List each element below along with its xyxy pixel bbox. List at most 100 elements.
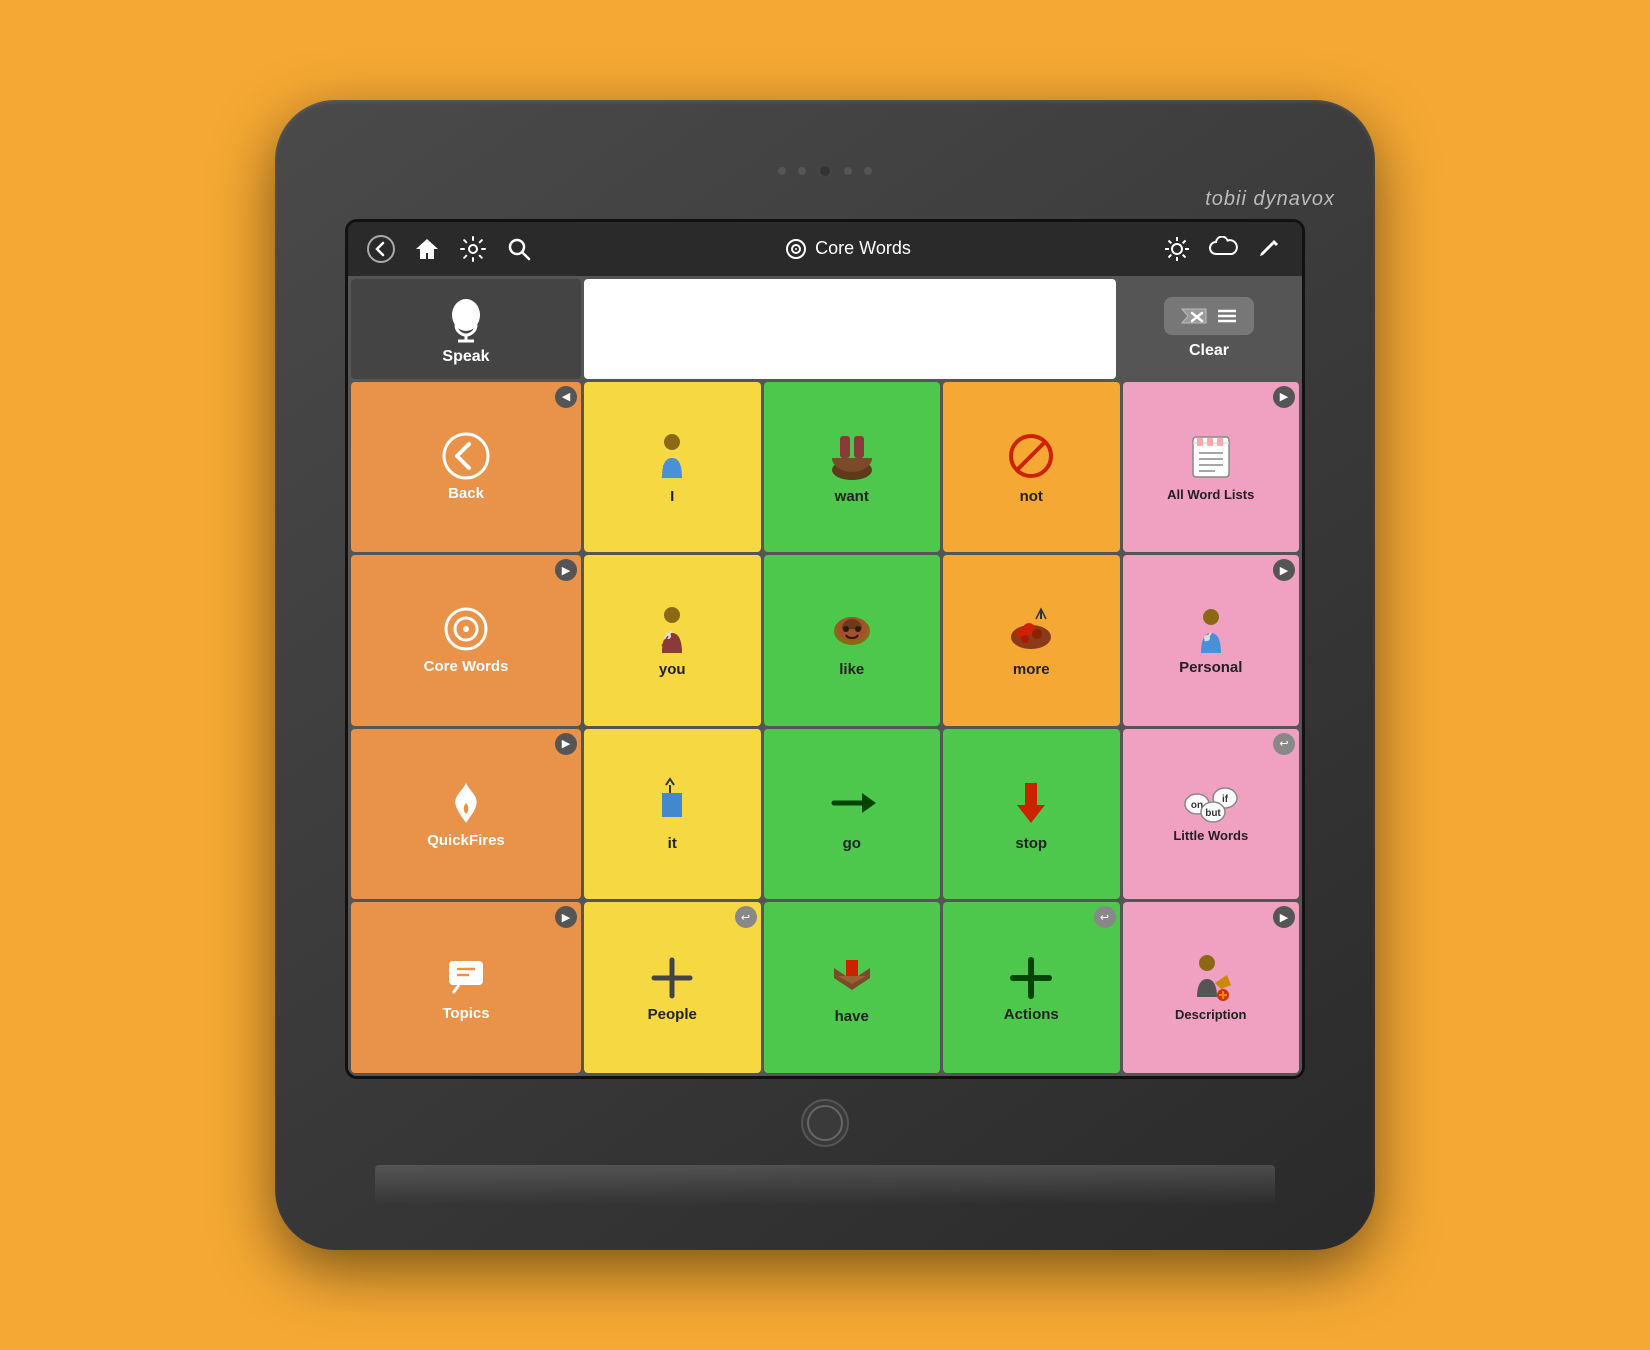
cell-all-word-lists[interactable]: ▶ A — [1123, 382, 1300, 553]
dot-1 — [778, 167, 786, 175]
content-row-1: I want — [584, 382, 1299, 553]
label-personal: Personal — [1179, 659, 1242, 677]
cell-little-words[interactable]: ↩ on if but Little Words — [1123, 729, 1300, 900]
back-nav-icon[interactable] — [364, 232, 398, 266]
label-all-word-lists: All Word Lists — [1167, 487, 1254, 503]
actions-arrow-badge: ↩ — [1094, 906, 1116, 928]
icon-want — [824, 428, 880, 484]
svg-text:if: if — [1222, 794, 1229, 805]
people-arrow-badge: ↩ — [735, 906, 757, 928]
icon-i — [644, 428, 700, 484]
speak-icon — [440, 291, 492, 343]
content-row-4: ↩ People — [584, 902, 1299, 1073]
screen: Core Words — [345, 219, 1305, 1079]
cell-i[interactable]: I — [584, 382, 761, 553]
cell-personal[interactable]: ▶ Personal — [1123, 555, 1300, 726]
back-icon — [441, 431, 491, 481]
label-go: go — [843, 835, 861, 853]
label-you: you — [659, 661, 686, 679]
cell-people[interactable]: ↩ People — [584, 902, 761, 1073]
label-it: it — [668, 835, 677, 853]
dot-4 — [864, 167, 872, 175]
icon-like — [824, 601, 880, 657]
icon-people — [644, 950, 700, 1002]
icon-little-words: on if but — [1183, 784, 1239, 824]
brand-label: tobii dynavox — [275, 188, 1375, 219]
topics-arrow-badge: ▶ — [555, 906, 577, 928]
little-words-arrow-badge: ↩ — [1273, 733, 1295, 755]
icon-you — [644, 601, 700, 657]
icon-actions — [1003, 950, 1059, 1002]
reflection — [375, 1165, 1275, 1205]
content-row-2: you like — [584, 555, 1299, 726]
cell-more[interactable]: more — [943, 555, 1120, 726]
topics-cell[interactable]: ▶ Topics — [351, 902, 581, 1073]
search-nav-icon[interactable] — [502, 232, 536, 266]
home-nav-icon[interactable] — [410, 232, 444, 266]
cell-actions[interactable]: ↩ Actions — [943, 902, 1120, 1073]
device: tobii dynavox Core Words — [275, 100, 1375, 1250]
icon-personal — [1185, 603, 1237, 655]
personal-arrow-badge: ▶ — [1273, 559, 1295, 581]
core-words-cell[interactable]: ▶ Core Words — [351, 555, 581, 726]
cell-you[interactable]: you — [584, 555, 761, 726]
device-top-bar — [275, 146, 1375, 188]
cell-have[interactable]: have — [764, 902, 941, 1073]
icon-stop — [1003, 775, 1059, 831]
cloud-icon[interactable] — [1206, 232, 1240, 266]
label-little-words: Little Words — [1173, 828, 1248, 844]
icon-not — [1003, 428, 1059, 484]
top-row: Clear — [584, 279, 1299, 379]
edit-icon[interactable] — [1252, 232, 1286, 266]
cell-like[interactable]: like — [764, 555, 941, 726]
icon-all-word-lists — [1185, 431, 1237, 483]
all-word-lists-arrow-badge: ▶ — [1273, 386, 1295, 408]
description-arrow-badge: ▶ — [1273, 906, 1295, 928]
cell-stop[interactable]: stop — [943, 729, 1120, 900]
icon-go — [824, 775, 880, 831]
quickfires-label: QuickFires — [427, 832, 505, 850]
home-button[interactable] — [801, 1099, 849, 1147]
back-arrow-badge: ◀ — [555, 386, 577, 408]
icon-have — [824, 948, 880, 1004]
clear-icon-box — [1164, 297, 1254, 335]
label-not: not — [1020, 488, 1043, 506]
content-row-3: it go — [584, 729, 1299, 900]
label-stop: stop — [1015, 835, 1047, 853]
cell-want[interactable]: want — [764, 382, 941, 553]
nav-title: Core Words — [548, 238, 1148, 260]
icon-more — [1003, 601, 1059, 657]
topics-icon — [441, 951, 491, 1001]
svg-text:but: but — [1205, 808, 1221, 819]
cell-it[interactable]: it — [584, 729, 761, 900]
label-more: more — [1013, 661, 1050, 679]
core-words-icon — [441, 604, 491, 654]
core-words-label: Core Words — [424, 658, 509, 676]
cell-not[interactable]: not — [943, 382, 1120, 553]
clear-cell[interactable]: Clear — [1119, 279, 1299, 379]
left-sidebar: Speak ◀ Back ▶ — [351, 279, 581, 1073]
right-area: Clear I — [584, 279, 1299, 1073]
screen-inner: Core Words — [348, 222, 1302, 1076]
back-cell[interactable]: ◀ Back — [351, 382, 581, 553]
text-input[interactable] — [584, 279, 1116, 379]
speak-label: Speak — [442, 347, 489, 366]
device-bottom — [801, 1079, 849, 1159]
label-like: like — [839, 661, 864, 679]
label-people: People — [648, 1006, 697, 1024]
topics-label: Topics — [442, 1005, 489, 1023]
nav-right-icons — [1160, 232, 1286, 266]
quickfires-icon — [441, 778, 491, 828]
label-description: Description — [1175, 1007, 1247, 1023]
brightness-icon[interactable] — [1160, 232, 1194, 266]
home-button-inner — [807, 1105, 843, 1141]
label-want: want — [835, 488, 869, 506]
settings-nav-icon[interactable] — [456, 232, 490, 266]
icon-it — [644, 775, 700, 831]
camera — [818, 164, 832, 178]
cell-go[interactable]: go — [764, 729, 941, 900]
clear-backspace-icon — [1178, 305, 1208, 327]
speak-cell[interactable]: Speak — [351, 279, 581, 379]
quickfires-cell[interactable]: ▶ QuickFires — [351, 729, 581, 900]
cell-description[interactable]: ▶ Description — [1123, 902, 1300, 1073]
